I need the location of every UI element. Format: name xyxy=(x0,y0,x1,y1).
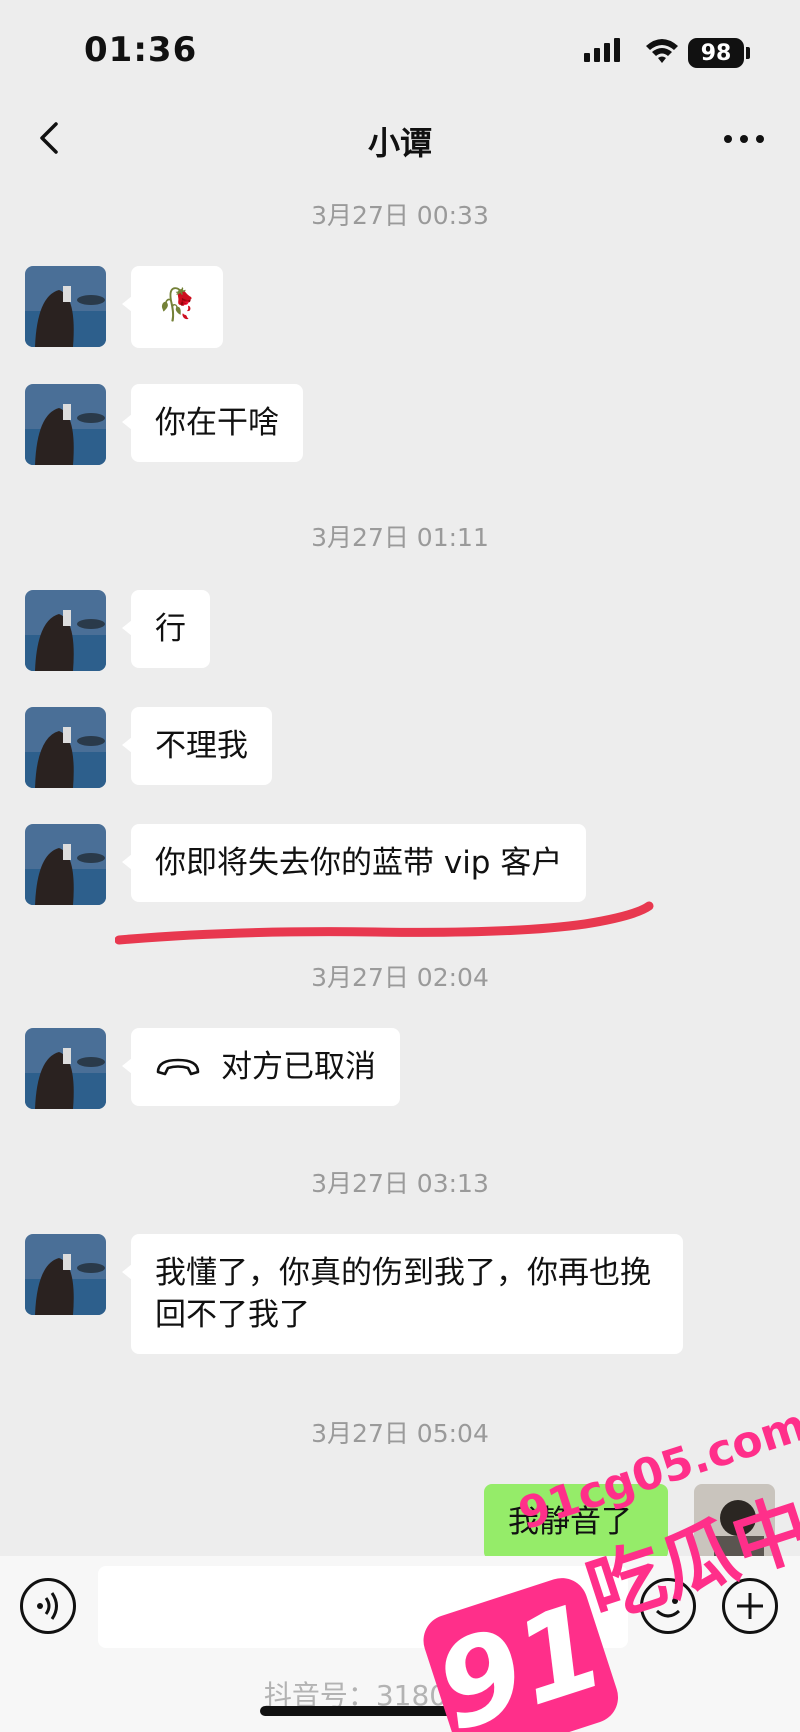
message-bubble[interactable]: 不理我 xyxy=(122,707,272,785)
contact-avatar[interactable] xyxy=(25,824,106,905)
message-bubble[interactable]: 我懂了，你真的伤到我了，你再也挽回不了我了 xyxy=(122,1234,683,1354)
timestamp: 3月27日 05:04 xyxy=(311,1419,489,1448)
message-input[interactable] xyxy=(98,1566,628,1648)
timestamp: 3月27日 01:11 xyxy=(311,523,489,552)
plus-icon xyxy=(737,1593,763,1619)
contact-avatar[interactable] xyxy=(25,590,106,671)
message-bubble[interactable]: 你在干啥 xyxy=(122,384,303,462)
more-functions-button[interactable] xyxy=(722,1578,778,1634)
timestamp: 3月27日 00:33 xyxy=(311,201,489,230)
contact-avatar[interactable] xyxy=(25,384,106,465)
timestamp: 3月27日 02:04 xyxy=(311,963,489,992)
cellular-signal-icon xyxy=(584,38,620,62)
home-indicator xyxy=(260,1706,540,1716)
contact-avatar[interactable] xyxy=(25,1234,106,1315)
message-bubble[interactable]: 行 xyxy=(122,590,210,668)
my-avatar[interactable] xyxy=(694,1484,775,1565)
voice-input-button[interactable] xyxy=(20,1578,76,1634)
status-time: 01:36 xyxy=(84,30,198,70)
contact-avatar[interactable] xyxy=(25,707,106,788)
contact-avatar[interactable] xyxy=(25,1028,106,1109)
wilted-flower-emoji: 🥀 xyxy=(157,287,197,323)
status-bar: 01:36 98 xyxy=(0,0,800,100)
wifi-icon xyxy=(646,39,678,63)
emoji-icon xyxy=(655,1598,681,1618)
contact-avatar[interactable] xyxy=(25,266,106,347)
red-underline-annotation xyxy=(115,901,654,945)
sent-message-bubble[interactable]: 我静音了 xyxy=(484,1484,668,1560)
voice-icon xyxy=(37,1592,58,1620)
phone-hangup-icon xyxy=(156,1058,200,1076)
timestamp: 3月27日 03:13 xyxy=(311,1169,489,1198)
message-bubble[interactable]: 你即将失去你的蓝带 vip 客户 xyxy=(121,824,587,902)
battery-indicator: 98 xyxy=(688,38,744,68)
message-bubble[interactable]: 🥀 xyxy=(122,266,223,348)
battery-tip xyxy=(746,47,750,59)
input-bar: 抖音号：3180 38 87 xyxy=(0,1556,800,1732)
chat-header: 小谭 xyxy=(0,100,800,180)
more-options-icon[interactable] xyxy=(720,124,768,154)
emoji-button[interactable] xyxy=(640,1578,696,1634)
call-message-bubble[interactable]: 对方已取消 xyxy=(122,1028,400,1106)
chat-title: 小谭 xyxy=(367,124,432,162)
call-status-text: 对方已取消 xyxy=(221,1049,376,1085)
